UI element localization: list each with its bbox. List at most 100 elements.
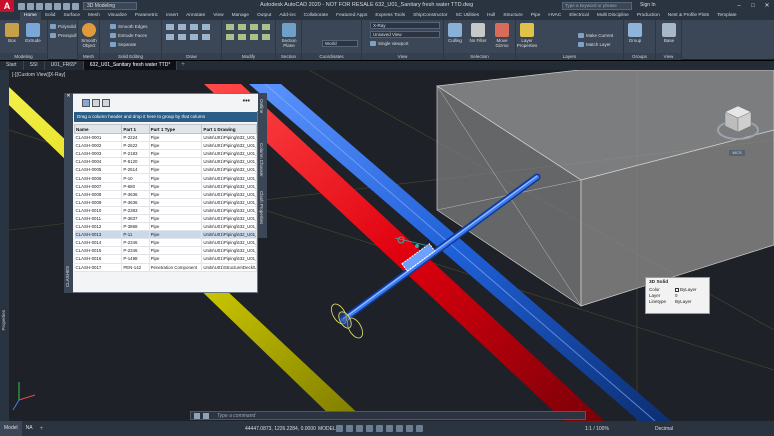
group-view-icon[interactable] [82, 98, 90, 107]
ribbon-tab-surface[interactable]: Surface [59, 12, 84, 20]
ribbon-tab-parametric[interactable]: Parametric [131, 12, 162, 20]
ribbon-tab-solid[interactable]: Solid [41, 12, 60, 20]
close-button[interactable]: ✕ [760, 0, 774, 12]
ribbon-tab-template[interactable]: Template [713, 12, 740, 20]
panel-title-modeling[interactable]: Modeling [0, 53, 47, 60]
model-space-toggle[interactable]: MODEL [318, 426, 336, 432]
ribbon-tab-home[interactable]: Home [20, 12, 41, 20]
saved-view-dropdown[interactable]: Unsaved View [370, 31, 440, 38]
panel-title-mesh[interactable]: Mesh [78, 53, 99, 60]
culling-button[interactable]: Culling [444, 23, 466, 43]
modify-tools-icons[interactable] [222, 20, 276, 52]
no-filter-button[interactable]: No Filter [467, 23, 489, 43]
presspull-button[interactable]: Presspull [50, 32, 77, 39]
osnap-icon[interactable] [376, 425, 383, 432]
panel-title-draw[interactable]: Draw [162, 53, 221, 60]
ribbon-tab-express-tools[interactable]: Express Tools [371, 12, 409, 20]
layout-tab-na[interactable]: NA [22, 421, 37, 436]
match-layer-button[interactable]: Match Layer [578, 41, 611, 48]
viewport-config-button[interactable]: Single viewport [370, 40, 409, 47]
annotation-scale[interactable]: 1:1 / 100% [585, 426, 609, 432]
layer-properties-button[interactable]: Layer Properties [516, 23, 538, 48]
sign-in-button[interactable]: Sign In [640, 2, 656, 8]
smooth-edges-button[interactable]: Smooth Edges [110, 23, 148, 30]
ribbon-tab-hull[interactable]: Hull [483, 12, 499, 20]
properties-palette-tab[interactable]: Properties [1, 310, 6, 331]
group-button[interactable]: Group [624, 23, 646, 43]
filter-clashes-icon[interactable] [92, 98, 100, 107]
polar-icon[interactable] [366, 425, 373, 432]
move-gizmo-button[interactable]: Move Gizmo [491, 23, 513, 48]
draw-tools-icons[interactable] [162, 20, 222, 52]
ribbon-tab-sc-utilities[interactable]: SC Utilities [452, 12, 483, 20]
panel-title-groups[interactable]: Groups [624, 53, 655, 60]
table-row[interactable]: CLASH-0003 P-2183 Pipe Units\U01\Piping\632… [74, 149, 257, 159]
minimize-button[interactable]: – [732, 0, 746, 12]
command-line[interactable]: Type a command [190, 411, 586, 420]
ribbon-tab-multi-discipline[interactable]: Multi Discipline [593, 12, 633, 20]
panel-title-modify[interactable]: Modify [222, 53, 275, 60]
panel-title-view-2[interactable]: View [656, 53, 681, 60]
save-as-icon[interactable] [45, 2, 52, 10]
ribbon-tab-production[interactable]: Production [633, 12, 664, 20]
grid-icon[interactable] [336, 425, 343, 432]
panel-title-coordinates[interactable]: Coordinates [302, 53, 361, 60]
workspace-dropdown[interactable]: 3D Modeling [83, 2, 137, 10]
base-view-button[interactable]: Base [658, 23, 680, 43]
table-row[interactable]: CLASH-0002 P-2622 Pipe Units\U01\Piping\632… [74, 141, 257, 151]
table-row[interactable]: CLASH-0007 P-680 Pipe Units\U01\Piping\632_… [74, 182, 257, 191]
maximize-button[interactable]: □ [746, 0, 760, 12]
extrude-button[interactable]: Extrude [22, 23, 44, 43]
ribbon-tab-pipe[interactable]: Pipe [527, 12, 545, 20]
ribbon-tab-manage[interactable]: Manage [228, 12, 253, 20]
table-row[interactable]: CLASH-0013 P-11 Pipe Units\U01\Piping\632_U… [74, 230, 257, 240]
ribbon-tab-view[interactable]: View [209, 12, 227, 20]
command-input[interactable]: Type a command [217, 413, 255, 419]
clash-properties-tab[interactable]: Clash Properties [259, 191, 264, 224]
box-button[interactable]: Box [1, 23, 23, 43]
panel-title-solid-editing[interactable]: Solid Editing [100, 53, 161, 60]
group-by-drop-area[interactable]: Drag a column header and drop it here to… [74, 112, 257, 122]
ribbon-tab-annotate[interactable]: Annotate [182, 12, 209, 20]
ribbon-tab-add-ins[interactable]: Add-ins [275, 12, 299, 20]
doc-tab-ssi[interactable]: SSI [24, 61, 45, 70]
new-icon[interactable] [18, 2, 25, 10]
undo-icon[interactable] [63, 2, 70, 10]
table-row[interactable]: CLASH-0010 P-2383 Pipe Units\U01\Piping\632… [74, 206, 257, 215]
autocad-logo[interactable]: A [0, 0, 14, 12]
units-dropdown[interactable]: Decimal [655, 426, 673, 432]
column-header-part1[interactable]: Part 1 [121, 124, 150, 134]
visual-style-dropdown[interactable]: X-Ray [370, 22, 440, 29]
outline-tab[interactable]: Outline [259, 99, 264, 113]
doc-tab-u01-fr69[interactable]: U01_FR69* [45, 61, 84, 70]
table-row[interactable]: CLASH-0006 P-10 Pipe Units\U01\Piping\632_U… [74, 173, 257, 183]
panel-title-view[interactable]: View [362, 53, 443, 60]
search-input[interactable]: Type a keyword or phrase [562, 2, 632, 10]
doc-tab-start[interactable]: Start [0, 61, 24, 70]
table-row[interactable]: CLASH-0016 P-1498 Pipe Units\U01\Piping\632… [74, 254, 257, 264]
ribbon-tab-visualize[interactable]: Visualize [104, 12, 131, 20]
ribbon-tab-structure[interactable]: Structure [499, 12, 526, 20]
table-row[interactable]: CLASH-0001 P-2224 Pipe Units\U01\Piping\632… [74, 133, 257, 143]
make-current-button[interactable]: Make Current [578, 32, 613, 39]
redo-icon[interactable] [72, 2, 79, 10]
table-row[interactable]: CLASH-0009 P-3636 Pipe Units\U01\Piping\632… [74, 198, 257, 207]
new-tab-plus-icon[interactable]: + [177, 61, 189, 70]
table-row[interactable]: CLASH-0011 P-3837 Pipe Units\U01\Piping\632… [74, 214, 257, 224]
save-icon[interactable] [36, 2, 43, 10]
selection-cycling-icon[interactable] [416, 425, 423, 432]
add-layout-plus-icon[interactable]: + [37, 426, 47, 432]
column-header-name[interactable]: Name [73, 124, 123, 134]
ribbon-tab-electrical[interactable]: Electrical [565, 12, 592, 20]
more-options-icon[interactable]: ••• [243, 98, 250, 105]
lineweight-icon[interactable] [396, 425, 403, 432]
transparency-icon[interactable] [406, 425, 413, 432]
ribbon-tab-output[interactable]: Output [253, 12, 275, 20]
table-row[interactable]: CLASH-0008 P-3636 Pipe Units\U01\Piping\632… [74, 190, 257, 199]
table-row[interactable]: CLASH-0015 P-2346 Pipe Units\U01\Piping\632… [74, 246, 257, 256]
open-icon[interactable] [27, 2, 34, 10]
wcs-menu[interactable]: WCS [729, 150, 745, 156]
extrude-faces-button[interactable]: Extrude Faces [110, 32, 147, 39]
command-close-icon[interactable] [194, 412, 200, 419]
ucs-dropdown[interactable]: World [322, 40, 358, 47]
